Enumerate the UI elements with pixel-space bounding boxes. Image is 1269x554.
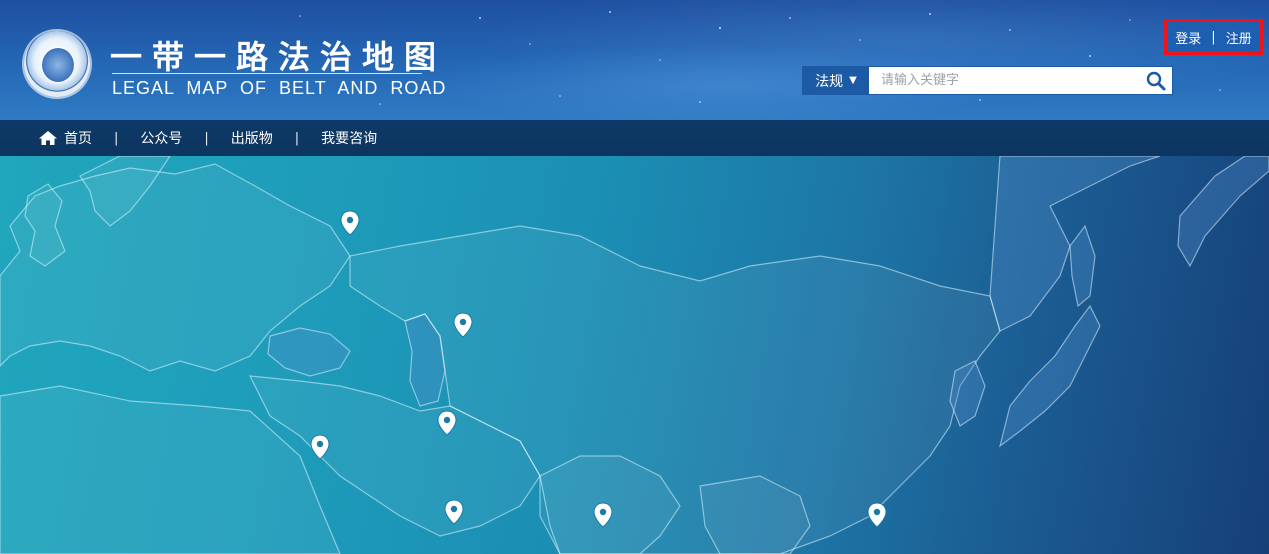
triangle-down-icon: ▼ bbox=[849, 75, 857, 86]
nav-item-home[interactable]: 首页 bbox=[38, 128, 92, 148]
search-input[interactable] bbox=[869, 67, 1140, 94]
korea-land bbox=[949, 360, 986, 427]
black-sea bbox=[267, 327, 351, 377]
nav-item-label: 公众号 bbox=[140, 131, 183, 147]
nav-item-publications[interactable]: 出版物 bbox=[231, 128, 273, 148]
map-canvas bbox=[0, 156, 1269, 554]
nav-item-label: 首页 bbox=[64, 131, 92, 147]
login-link[interactable]: 登录 bbox=[1175, 28, 1201, 47]
main-nav: 首页 | 公众号 | 出版物 | 我要咨询 bbox=[0, 120, 1269, 156]
nav-item-label: 我要咨询 bbox=[321, 131, 378, 147]
home-icon bbox=[39, 131, 57, 145]
search-category-dropdown[interactable]: 法规 ▼ bbox=[803, 67, 869, 94]
search-button[interactable] bbox=[1140, 67, 1172, 94]
auth-links: 登录 | 注册 bbox=[1164, 19, 1263, 55]
japan-land bbox=[999, 304, 1101, 448]
kamchatka-land bbox=[1177, 156, 1269, 268]
register-link[interactable]: 注册 bbox=[1226, 28, 1252, 47]
emblem-logo-icon[interactable] bbox=[24, 31, 90, 97]
sakhalin-land bbox=[1069, 224, 1096, 308]
search-category-label: 法规 bbox=[815, 73, 844, 90]
site-subtitle: LEGAL MAP OF BELT AND ROAD bbox=[112, 78, 447, 98]
nav-separator: | bbox=[294, 130, 300, 146]
title-divider bbox=[112, 73, 422, 74]
site-title: 一带一路法治地图 bbox=[110, 38, 447, 76]
map-pin-russia[interactable] bbox=[340, 210, 360, 236]
nav-separator: | bbox=[204, 130, 209, 146]
auth-separator: | bbox=[1211, 29, 1216, 45]
nav-item-official-account[interactable]: 公众号 bbox=[140, 128, 182, 148]
nav-item-consult[interactable]: 我要咨询 bbox=[321, 128, 377, 148]
nav-separator: | bbox=[114, 130, 119, 146]
search-icon bbox=[1146, 71, 1166, 90]
map-pin-hong-kong[interactable] bbox=[867, 502, 887, 528]
site-header: 一带一路法治地图 LEGAL MAP OF BELT AND ROAD 登录 |… bbox=[0, 0, 1269, 120]
search-bar: 法规 ▼ bbox=[802, 66, 1173, 95]
belt-road-map bbox=[0, 156, 1269, 554]
nav-item-label: 出版物 bbox=[230, 131, 273, 147]
